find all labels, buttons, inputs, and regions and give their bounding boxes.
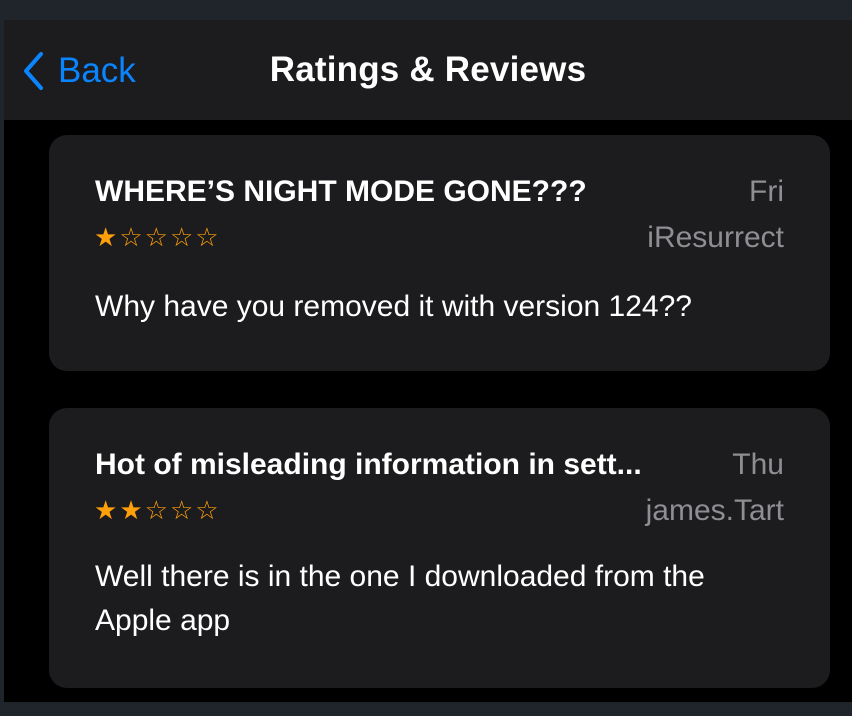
page-title: Ratings & Reviews <box>269 50 587 89</box>
star-filled-icon: ★ <box>94 222 118 252</box>
star-empty-icon: ☆ <box>169 495 194 525</box>
star-filled-icon: ★ <box>94 495 118 525</box>
star-empty-icon: ☆ <box>144 495 168 525</box>
star-rating: ★ ☆ ☆ ☆ ☆ <box>94 222 219 252</box>
star-empty-icon: ☆ <box>119 222 143 252</box>
star-filled-icon: ★ <box>119 495 143 525</box>
app-screen: Back Ratings & Reviews WHERE’S NIGHT MOD… <box>4 20 852 702</box>
review-author: iResurrect <box>647 221 784 254</box>
star-rating: ★ ★ ☆ ☆ ☆ <box>94 495 219 525</box>
device-frame: Back Ratings & Reviews WHERE’S NIGHT MOD… <box>0 0 852 716</box>
review-author: james.Tart <box>645 494 784 527</box>
star-empty-icon: ☆ <box>144 222 168 252</box>
review-title: Hot of misleading information in sett... <box>95 448 642 481</box>
review-title: WHERE’S NIGHT MODE GONE??? <box>95 175 587 208</box>
star-empty-icon: ☆ <box>195 222 219 252</box>
review-card[interactable]: WHERE’S NIGHT MODE GONE??? Fri ★ ☆ ☆ ☆ ☆ iRe… <box>49 135 830 371</box>
review-date: Fri <box>749 175 784 208</box>
review-card[interactable]: Hot of misleading information in sett...… <box>49 408 830 688</box>
star-empty-icon: ☆ <box>169 222 194 252</box>
review-date: Thu <box>732 448 784 481</box>
navigation-bar: Back Ratings & Reviews <box>4 20 852 120</box>
review-body: Why have you removed it with version 124… <box>95 290 692 323</box>
star-empty-icon: ☆ <box>195 495 219 525</box>
review-body: Well there is in the one I downloaded fr… <box>95 560 705 637</box>
